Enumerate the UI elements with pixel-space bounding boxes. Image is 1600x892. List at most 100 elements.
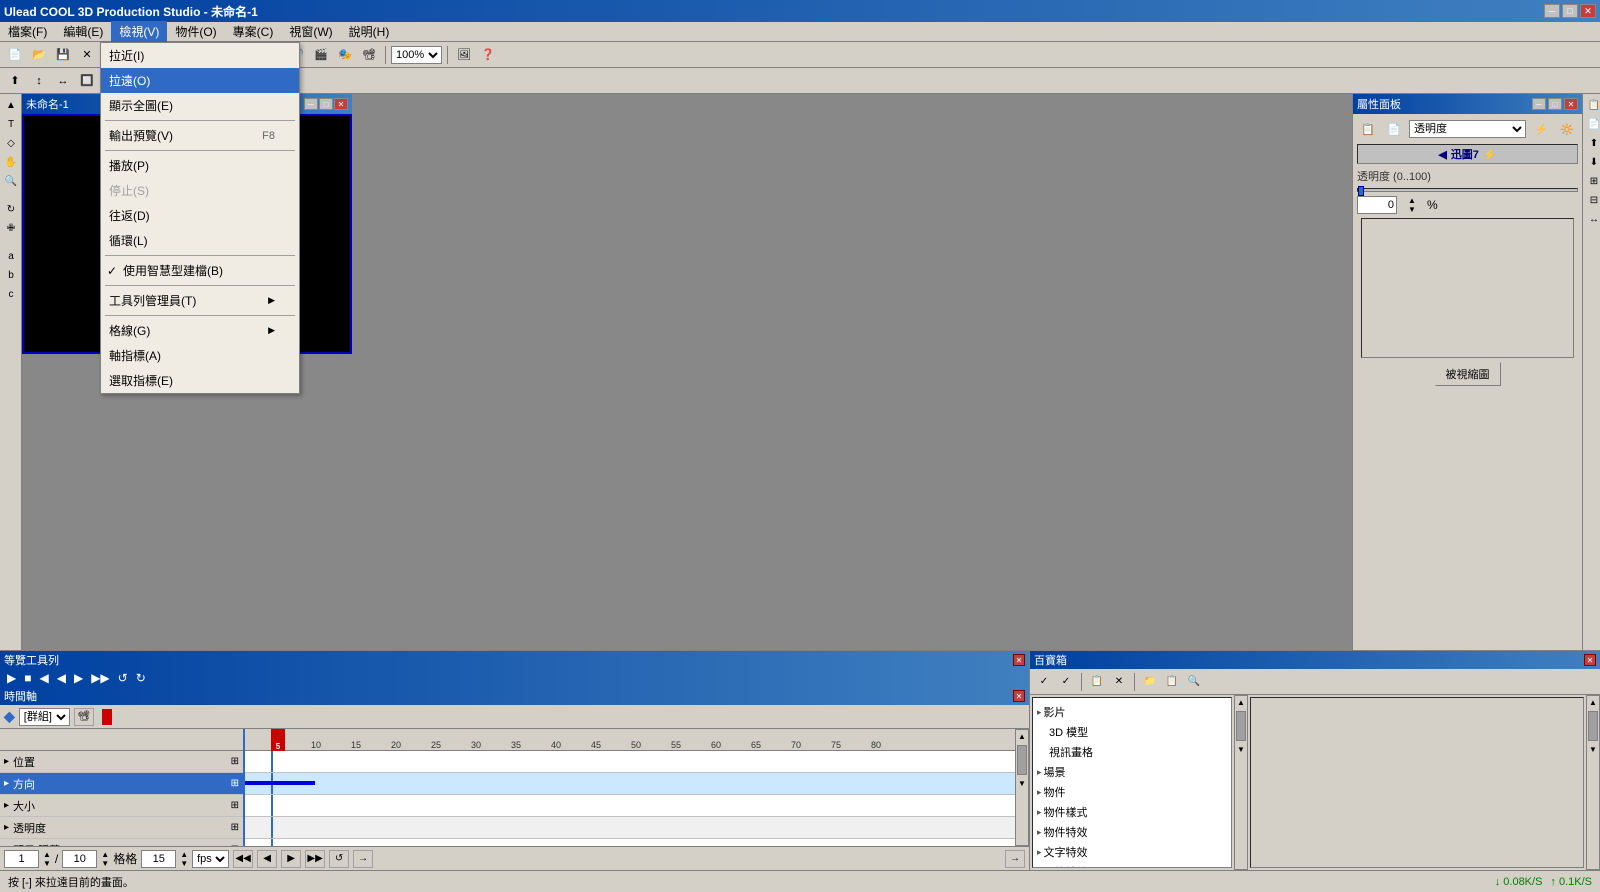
fr-btn7[interactable]: ↔ [1585, 210, 1600, 228]
tree-item-objectstyle[interactable]: ▸ 物件樣式 [1037, 802, 1227, 822]
lib-prev-sb-down[interactable]: ▼ [1589, 743, 1597, 756]
menu-output-preview[interactable]: 輸出預覽(V) F8 [101, 123, 299, 148]
play-btn[interactable]: ▶ [4, 671, 19, 685]
frame-down[interactable]: ▼ [43, 859, 51, 868]
frame-input[interactable] [4, 850, 39, 868]
tree-item-object[interactable]: ▸ 物件 [1037, 782, 1227, 802]
grid-down[interactable]: ▼ [180, 859, 188, 868]
zoom-select[interactable]: 100% 50% 200% [391, 46, 442, 64]
tl-row-direction[interactable]: ▸ 方向 ⊞ [0, 773, 243, 795]
tool-zoom2[interactable]: 🔍 [2, 172, 20, 190]
menu-stop[interactable]: 停止(S) [101, 178, 299, 203]
prop-btn2[interactable]: □ [1548, 98, 1562, 110]
lib-btn6[interactable]: 📋 [1162, 672, 1182, 692]
lib-btn3[interactable]: 📋 [1087, 672, 1107, 692]
sb-up-arrow[interactable]: ▲ [1018, 730, 1026, 743]
maximize-button[interactable]: □ [1562, 4, 1578, 18]
tb-help[interactable]: ❓ [477, 44, 499, 66]
menu-view[interactable]: 檢視(V) [111, 21, 167, 42]
menu-toolbar-manager[interactable]: 工具列管理員(T) ▶ [101, 288, 299, 313]
menu-zoom-in[interactable]: 拉近(I) [101, 43, 299, 68]
menu-window[interactable]: 視窗(W) [281, 21, 340, 42]
menu-axis[interactable]: 軸指標(A) [101, 343, 299, 368]
grid-input[interactable] [141, 850, 176, 868]
library-tree-scrollbar[interactable]: ▲ ▼ [1234, 695, 1248, 870]
tree-item-particlefx[interactable]: ▸ 顆粒特效 [1037, 862, 1227, 868]
fr-btn5[interactable]: ⊞ [1585, 172, 1600, 190]
prop-icon4[interactable]: 🔆 [1556, 118, 1578, 140]
lib-btn4[interactable]: ✕ [1109, 672, 1129, 692]
tb-film3[interactable]: 📽 [358, 44, 380, 66]
menu-help[interactable]: 說明(H) [341, 21, 398, 42]
redo-btn2[interactable]: ↻ [133, 671, 149, 685]
tl-prev[interactable]: ◀◀ [233, 850, 253, 868]
minimize-button[interactable]: ─ [1544, 4, 1560, 18]
view-dropdown-menu[interactable]: 拉近(I) 拉遠(O) 顯示全圖(E) 輸出預覽(V) F8 播放(P) 停止(… [100, 42, 300, 394]
prev-btn[interactable]: ◀ [54, 671, 69, 685]
menu-project[interactable]: 專案(C) [225, 21, 282, 42]
t2-btn3[interactable]: ↔ [52, 70, 74, 92]
lib-sb-down[interactable]: ▼ [1237, 743, 1245, 756]
tree-item-textfx[interactable]: ▸ 文字特效 [1037, 842, 1227, 862]
fr-btn4[interactable]: ⬇ [1585, 153, 1600, 171]
lib-btn7[interactable]: 🔍 [1184, 672, 1204, 692]
t2-btn1[interactable]: ⬆ [4, 70, 26, 92]
stop-btn[interactable]: ■ [21, 671, 34, 685]
tl-row-opacity[interactable]: ▸ 透明度 ⊞ [0, 817, 243, 839]
tool-c[interactable]: c [2, 285, 20, 303]
prop-close[interactable]: ✕ [1564, 98, 1578, 110]
tool-move[interactable]: ✙ [2, 219, 20, 237]
tl-next[interactable]: ▶▶ [305, 850, 325, 868]
library-close[interactable]: ✕ [1584, 654, 1596, 666]
opacity-slider-track[interactable] [1357, 188, 1578, 192]
menu-smart-build[interactable]: ✓ 使用智慧型建檔(B) [101, 258, 299, 283]
group-select[interactable]: [群組] [19, 708, 70, 726]
prop-icon3[interactable]: ⚡ [1530, 118, 1552, 140]
grid-up[interactable]: ▲ [180, 850, 188, 859]
tl-row-visibility[interactable]: ▸ 顯示/隱藏 ⊞ [0, 839, 243, 846]
t2-btn2[interactable]: ↕ [28, 70, 50, 92]
tl-next-frame[interactable]: ▶ [281, 850, 301, 868]
new-btn[interactable]: 📄 [4, 44, 26, 66]
tl-add-btn[interactable]: 📽 [74, 708, 94, 726]
fr-btn3[interactable]: ⬆ [1585, 134, 1600, 152]
tl-row-size[interactable]: ▸ 大小 ⊞ [0, 795, 243, 817]
tool-text[interactable]: T [2, 115, 20, 133]
lib-btn2[interactable]: ✓ [1056, 672, 1076, 692]
opacity-up[interactable]: ▲ [1401, 196, 1423, 205]
tl-loop[interactable]: ↺ [329, 850, 349, 868]
menu-selection[interactable]: 選取指標(E) [101, 368, 299, 393]
preview-close[interactable]: ✕ [334, 98, 348, 110]
tree-item-video[interactable]: ▸ 影片 [1037, 702, 1227, 722]
lib-btn1[interactable]: ✓ [1034, 672, 1054, 692]
total-up[interactable]: ▲ [101, 850, 109, 859]
tb-render[interactable]: 🖼 [453, 44, 475, 66]
save-btn[interactable]: 💾 [52, 44, 74, 66]
tb-film2[interactable]: 🎭 [334, 44, 356, 66]
lib-sb-up[interactable]: ▲ [1237, 696, 1245, 709]
timeline-close[interactable]: ✕ [1013, 690, 1025, 702]
tree-item-3dmodel[interactable]: 3D 模型 [1037, 722, 1227, 742]
fr-btn6[interactable]: ⊟ [1585, 191, 1600, 209]
timeline-scrollbar-v[interactable]: ▲ ▼ [1015, 729, 1029, 846]
preview-maximize[interactable]: □ [319, 98, 333, 110]
lib-btn5[interactable]: 📁 [1140, 672, 1160, 692]
tool-arrow[interactable]: ▲ [2, 96, 20, 114]
menu-fit[interactable]: 顯示全圖(E) [101, 93, 299, 118]
menu-object[interactable]: 物件(O) [167, 21, 224, 42]
tl-prev-frame[interactable]: ◀ [257, 850, 277, 868]
tool-hand[interactable]: ✋ [2, 153, 20, 171]
opacity-input[interactable] [1357, 196, 1397, 214]
total-down[interactable]: ▼ [101, 859, 109, 868]
tool-b[interactable]: b [2, 266, 20, 284]
menu-play[interactable]: 播放(P) [101, 153, 299, 178]
close-button[interactable]: ✕ [1580, 4, 1596, 18]
opacity-down[interactable]: ▼ [1401, 205, 1423, 214]
total-frames-input[interactable] [62, 850, 97, 868]
t2-btn4[interactable]: 🔲 [76, 70, 98, 92]
sb-thumb[interactable] [1017, 745, 1027, 775]
lib-prev-sb-thumb[interactable] [1588, 711, 1598, 741]
frame-up[interactable]: ▲ [43, 850, 51, 859]
prev-frame-btn[interactable]: ◀ [36, 671, 51, 685]
next-btn[interactable]: ▶ [71, 671, 86, 685]
